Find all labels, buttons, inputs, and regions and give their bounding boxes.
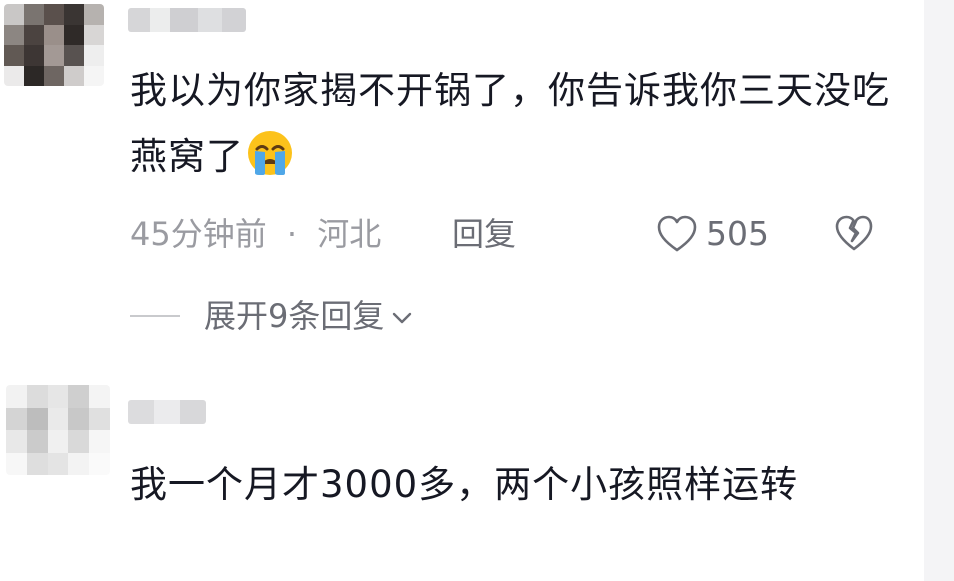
divider-line bbox=[130, 315, 180, 317]
heart-icon bbox=[657, 215, 697, 252]
chevron-down-icon bbox=[393, 312, 412, 324]
comment-location: 河北 bbox=[317, 215, 382, 253]
dislike-button[interactable] bbox=[834, 214, 874, 258]
expand-replies-label: 展开9条回复 bbox=[204, 297, 385, 335]
expand-replies-button[interactable]: 展开9条回复 bbox=[130, 292, 414, 340]
broken-heart-icon bbox=[835, 215, 873, 251]
username-blurred[interactable] bbox=[128, 400, 206, 424]
loudly-crying-face-icon bbox=[248, 131, 292, 175]
comment-text: 我以为你家揭不开锅了，你告诉我你三天没吃燕窝了 bbox=[130, 58, 890, 190]
comment-meta: 45分钟前 · 河北 bbox=[130, 210, 381, 258]
meta-separator: · bbox=[286, 215, 298, 253]
comment-body: 我一个月才3000多，两个小孩照样运转 bbox=[130, 463, 799, 506]
comment-time: 45分钟前 bbox=[130, 215, 267, 253]
comment-text: 我一个月才3000多，两个小孩照样运转 bbox=[130, 452, 890, 518]
scrollbar-track bbox=[924, 0, 954, 581]
avatar[interactable] bbox=[6, 385, 110, 475]
reply-button[interactable]: 回复 bbox=[452, 210, 516, 258]
comment-body: 我以为你家揭不开锅了，你告诉我你三天没吃燕窝了 bbox=[130, 69, 890, 178]
avatar[interactable] bbox=[4, 4, 104, 86]
like-button[interactable]: 505 bbox=[656, 212, 769, 256]
like-count: 505 bbox=[706, 214, 769, 253]
username-blurred[interactable] bbox=[128, 8, 246, 32]
